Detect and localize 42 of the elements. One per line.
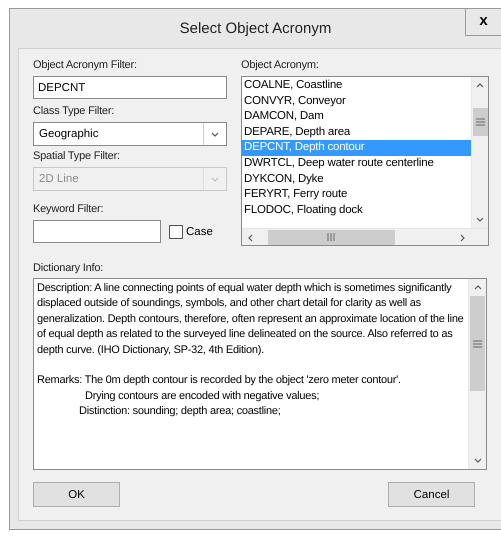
- chevron-left-icon[interactable]: [246, 232, 256, 242]
- window-title: Select Object Acronym: [180, 20, 332, 37]
- dictionary-label: Dictionary Info:: [33, 262, 104, 274]
- dictionary-text: Distinction: sounding; depth area; coastline;: [79, 405, 281, 418]
- chevron-up-icon[interactable]: [475, 81, 485, 90]
- field-label: Class Type Filter:: [33, 105, 116, 117]
- case-checkbox[interactable]: [169, 224, 183, 238]
- dictionary-text: Remarks: The 0m depth contour is recorded by the object 'zero meter contour'.: [37, 374, 401, 386]
- field-label: Spatial Type Filter:: [33, 150, 121, 162]
- chevron-down-icon[interactable]: [475, 215, 485, 224]
- dictionary-text: Drying contours are encoded with negative values;: [85, 390, 320, 402]
- chevron-right-icon[interactable]: [458, 232, 468, 242]
- list-item[interactable]: FERYRT, Ferry route: [242, 187, 471, 203]
- dialog-button[interactable]: OK: [33, 482, 120, 507]
- horizontal-scrollbar[interactable]: [242, 228, 471, 245]
- vertical-scrollbar[interactable]: [471, 77, 488, 228]
- list-item[interactable]: DEPARE, Depth area: [242, 124, 471, 140]
- list-item[interactable]: DYKCON, Dyke: [242, 172, 471, 188]
- field-label: Keyword Filter:: [33, 203, 104, 215]
- chevron-up-icon[interactable]: [472, 283, 482, 292]
- grip-icon: [476, 118, 484, 126]
- list-item[interactable]: DWRTCL, Deep water route centerline: [242, 156, 471, 172]
- vertical-scrollbar[interactable]: [468, 279, 486, 469]
- case-label: Case: [186, 226, 213, 238]
- dropdown[interactable]: Geographic: [33, 122, 227, 146]
- scrollbar-corner: [471, 228, 488, 245]
- dictionary-text-area[interactable]: [33, 278, 487, 470]
- close-button[interactable]: x: [465, 8, 501, 36]
- dictionary-text: Description: A line connecting points of equal water depth which is sometimes significantly displaced outside of soundings, symbols, and other chart detail for clarity as well as generalization. Depth contours, therefore, often represent an approximate location of the line of equal depth as related to the surveyed line delineated on the source. Also referred to as depth curve. (IHO Dictionary, SP-32, 4th Edition).: [37, 282, 464, 356]
- chevron-down-icon[interactable]: [472, 456, 482, 465]
- field-label: Object Acronym Filter:: [33, 59, 138, 71]
- list-item[interactable]: DAMCON, Dam: [242, 109, 471, 125]
- list-item[interactable]: CONVYR, Conveyor: [242, 94, 471, 110]
- acronym-filter-field[interactable]: DEPCNT: [33, 76, 227, 99]
- list-item[interactable]: FLODOC, Floating dock: [242, 202, 471, 218]
- list-label: Object Acronym:: [241, 59, 320, 71]
- keyword-filter-field[interactable]: [33, 220, 161, 243]
- dialog-button[interactable]: Cancel: [388, 482, 475, 507]
- grip-icon: [327, 233, 336, 241]
- list-item[interactable]: COALNE, Coastline: [242, 78, 471, 94]
- grip-icon: [473, 340, 482, 348]
- chevron-down-icon[interactable]: [210, 130, 220, 138]
